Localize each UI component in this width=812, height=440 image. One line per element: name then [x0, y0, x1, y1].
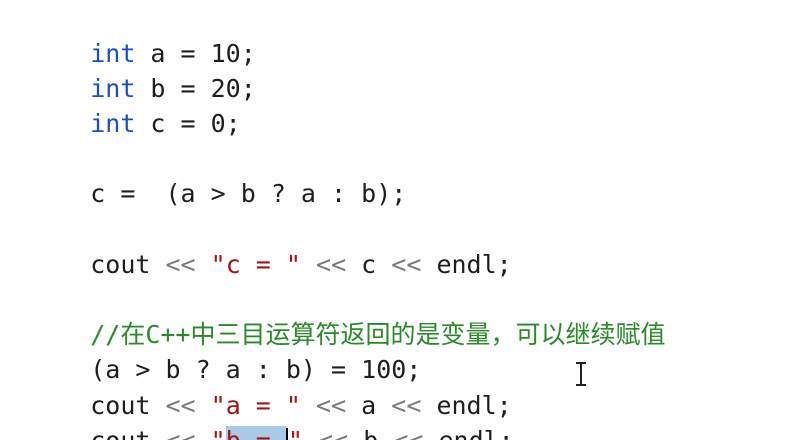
code-line-10[interactable]: (a > b ? a : b) = 100;	[30, 319, 421, 384]
string-literal: "c = "	[195, 250, 301, 279]
code-text: endl;	[421, 250, 512, 279]
code-text: b	[348, 426, 393, 440]
stream-operator: <<	[391, 250, 422, 279]
code-line-5[interactable]: c = (a > b ? a : b);	[30, 143, 406, 208]
code-text: endl;	[423, 426, 513, 440]
stream-operator: <<	[165, 426, 195, 440]
code-line-11[interactable]: cout << "a = " << a << endl;	[30, 355, 511, 420]
selected-text[interactable]: b =	[225, 426, 286, 440]
code-text: cout	[90, 250, 166, 279]
string-quote-close: "	[288, 426, 303, 440]
code-text: cout	[90, 426, 165, 440]
code-line-2[interactable]: int b = 20;	[30, 38, 256, 103]
code-text: c	[346, 250, 392, 279]
string-quote-open: "	[196, 426, 226, 440]
stream-operator: <<	[318, 426, 348, 440]
code-line-12[interactable]: cout << "b = " << b << endl;	[30, 390, 514, 440]
text-cursor-ibeam-icon	[576, 362, 586, 386]
code-text: c = (a > b ? a : b);	[90, 179, 407, 208]
code-line-1[interactable]: int a = 10;	[30, 3, 256, 68]
stream-operator: <<	[316, 250, 347, 279]
code-line-7[interactable]: cout << "c = " << c << endl;	[30, 214, 511, 279]
stream-operator: <<	[393, 426, 423, 440]
code-line-3[interactable]: int c = 0;	[30, 73, 241, 138]
code-line-9[interactable]: //在C++中三目运算符返回的是变量，可以继续赋值	[30, 284, 665, 349]
keyword-int: int	[90, 109, 136, 138]
stream-operator: <<	[165, 250, 196, 279]
code-text: c = 0;	[135, 109, 241, 138]
code-editor[interactable]: int a = 10; int b = 20; int c = 0; c = (…	[0, 0, 812, 440]
